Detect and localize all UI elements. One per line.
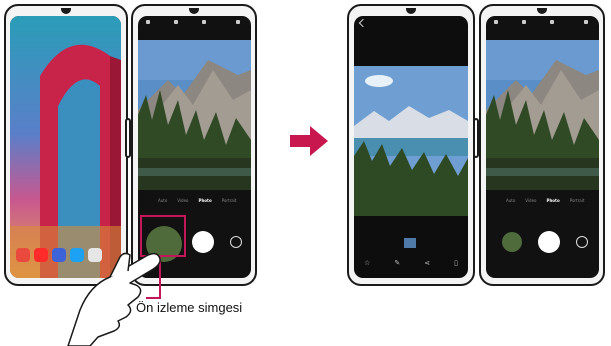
switch-camera-icon[interactable] xyxy=(230,236,242,248)
shutter-button[interactable] xyxy=(538,231,560,253)
mode-portrait[interactable]: Portrait xyxy=(570,198,585,203)
camera-notch xyxy=(537,8,547,14)
trash-icon[interactable]: ▯ xyxy=(454,259,458,267)
mode-auto[interactable]: Auto xyxy=(158,198,167,203)
right-arrow-icon xyxy=(290,126,328,156)
back-icon[interactable] xyxy=(358,18,368,28)
camera-viewfinder xyxy=(486,40,599,190)
status-icon xyxy=(146,20,150,24)
gallery-screen: ☆ ✎ ⋖ ▯ xyxy=(354,16,468,278)
mode-photo[interactable]: Photo xyxy=(199,198,212,203)
camera-screen: Auto Video Photo Portrait xyxy=(486,16,599,278)
status-icon xyxy=(174,20,178,24)
shutter-button[interactable] xyxy=(192,231,214,253)
mode-portrait[interactable]: Portrait xyxy=(222,198,237,203)
status-icon xyxy=(584,20,588,24)
gallery-thumbnail[interactable] xyxy=(502,232,522,252)
mode-video[interactable]: Video xyxy=(525,198,536,203)
right-main-phone: ☆ ✎ ⋖ ▯ xyxy=(347,4,475,286)
finger-hand-illustration xyxy=(67,252,161,346)
status-icon xyxy=(494,20,498,24)
share-icon[interactable]: ⋖ xyxy=(424,259,430,267)
mode-auto[interactable]: Auto xyxy=(506,198,515,203)
gallery-action-bar: ☆ ✎ ⋖ ▯ xyxy=(364,259,458,267)
status-icon xyxy=(522,20,526,24)
camera-mode-bar: Auto Video Photo Portrait xyxy=(158,198,236,203)
mode-photo[interactable]: Photo xyxy=(547,198,560,203)
camera-viewfinder xyxy=(138,40,251,190)
status-icon xyxy=(236,20,240,24)
switch-camera-icon[interactable] xyxy=(576,236,588,248)
edit-icon[interactable]: ✎ xyxy=(394,259,400,267)
photo-preview xyxy=(354,66,468,216)
filmstrip-thumbnail[interactable] xyxy=(404,238,416,248)
camera-notch xyxy=(61,8,71,14)
status-icon xyxy=(550,20,554,24)
camera-mode-bar: Auto Video Photo Portrait xyxy=(506,198,584,203)
star-icon[interactable]: ☆ xyxy=(364,259,370,267)
right-second-screen: Auto Video Photo Portrait xyxy=(479,4,605,286)
mode-video[interactable]: Video xyxy=(177,198,188,203)
status-icon xyxy=(202,20,206,24)
phone-icon[interactable] xyxy=(16,248,30,262)
camera-notch xyxy=(189,8,199,14)
camera-notch xyxy=(406,8,416,14)
